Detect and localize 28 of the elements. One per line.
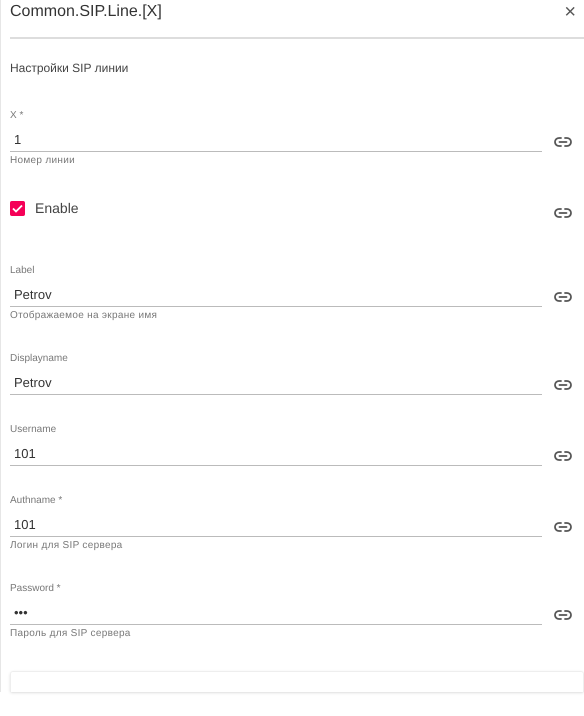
link-icon[interactable] <box>554 292 572 302</box>
helper-text: Пароль для SIP сервера <box>10 628 132 640</box>
field-label: Authname * <box>10 494 64 507</box>
field-label: Label <box>10 264 36 277</box>
input-field[interactable]: ••• <box>10 600 542 625</box>
input-field[interactable]: 101 <box>10 442 542 466</box>
dialog-title: Common.SIP.Line.[X] <box>10 2 162 22</box>
link-icon[interactable] <box>554 136 572 147</box>
link-icon[interactable] <box>554 380 572 390</box>
field-label: Displayname <box>10 352 69 365</box>
field-label: X * <box>10 110 24 122</box>
field-label: Password * <box>10 582 62 595</box>
helper-text: Номер линии <box>10 154 76 167</box>
input-field[interactable]: 1 <box>10 128 542 152</box>
helper-text: Отображаемое на экране имя <box>10 310 158 322</box>
field-label: Username <box>10 424 58 436</box>
close-button[interactable]: × <box>564 2 576 22</box>
helper-text: Логин для SIP сервера <box>10 540 124 552</box>
input-field[interactable]: Petrov <box>10 282 542 307</box>
input-field[interactable]: Petrov <box>10 370 542 395</box>
checkbox-label: Enable <box>35 198 79 218</box>
checkbox[interactable] <box>10 200 25 216</box>
link-icon[interactable] <box>554 610 572 620</box>
section-title: Настройки SIP линии <box>10 60 130 77</box>
link-icon[interactable] <box>554 450 572 461</box>
input-field[interactable]: 101 <box>10 512 542 537</box>
link-icon[interactable] <box>554 522 572 532</box>
link-icon[interactable] <box>554 208 572 218</box>
